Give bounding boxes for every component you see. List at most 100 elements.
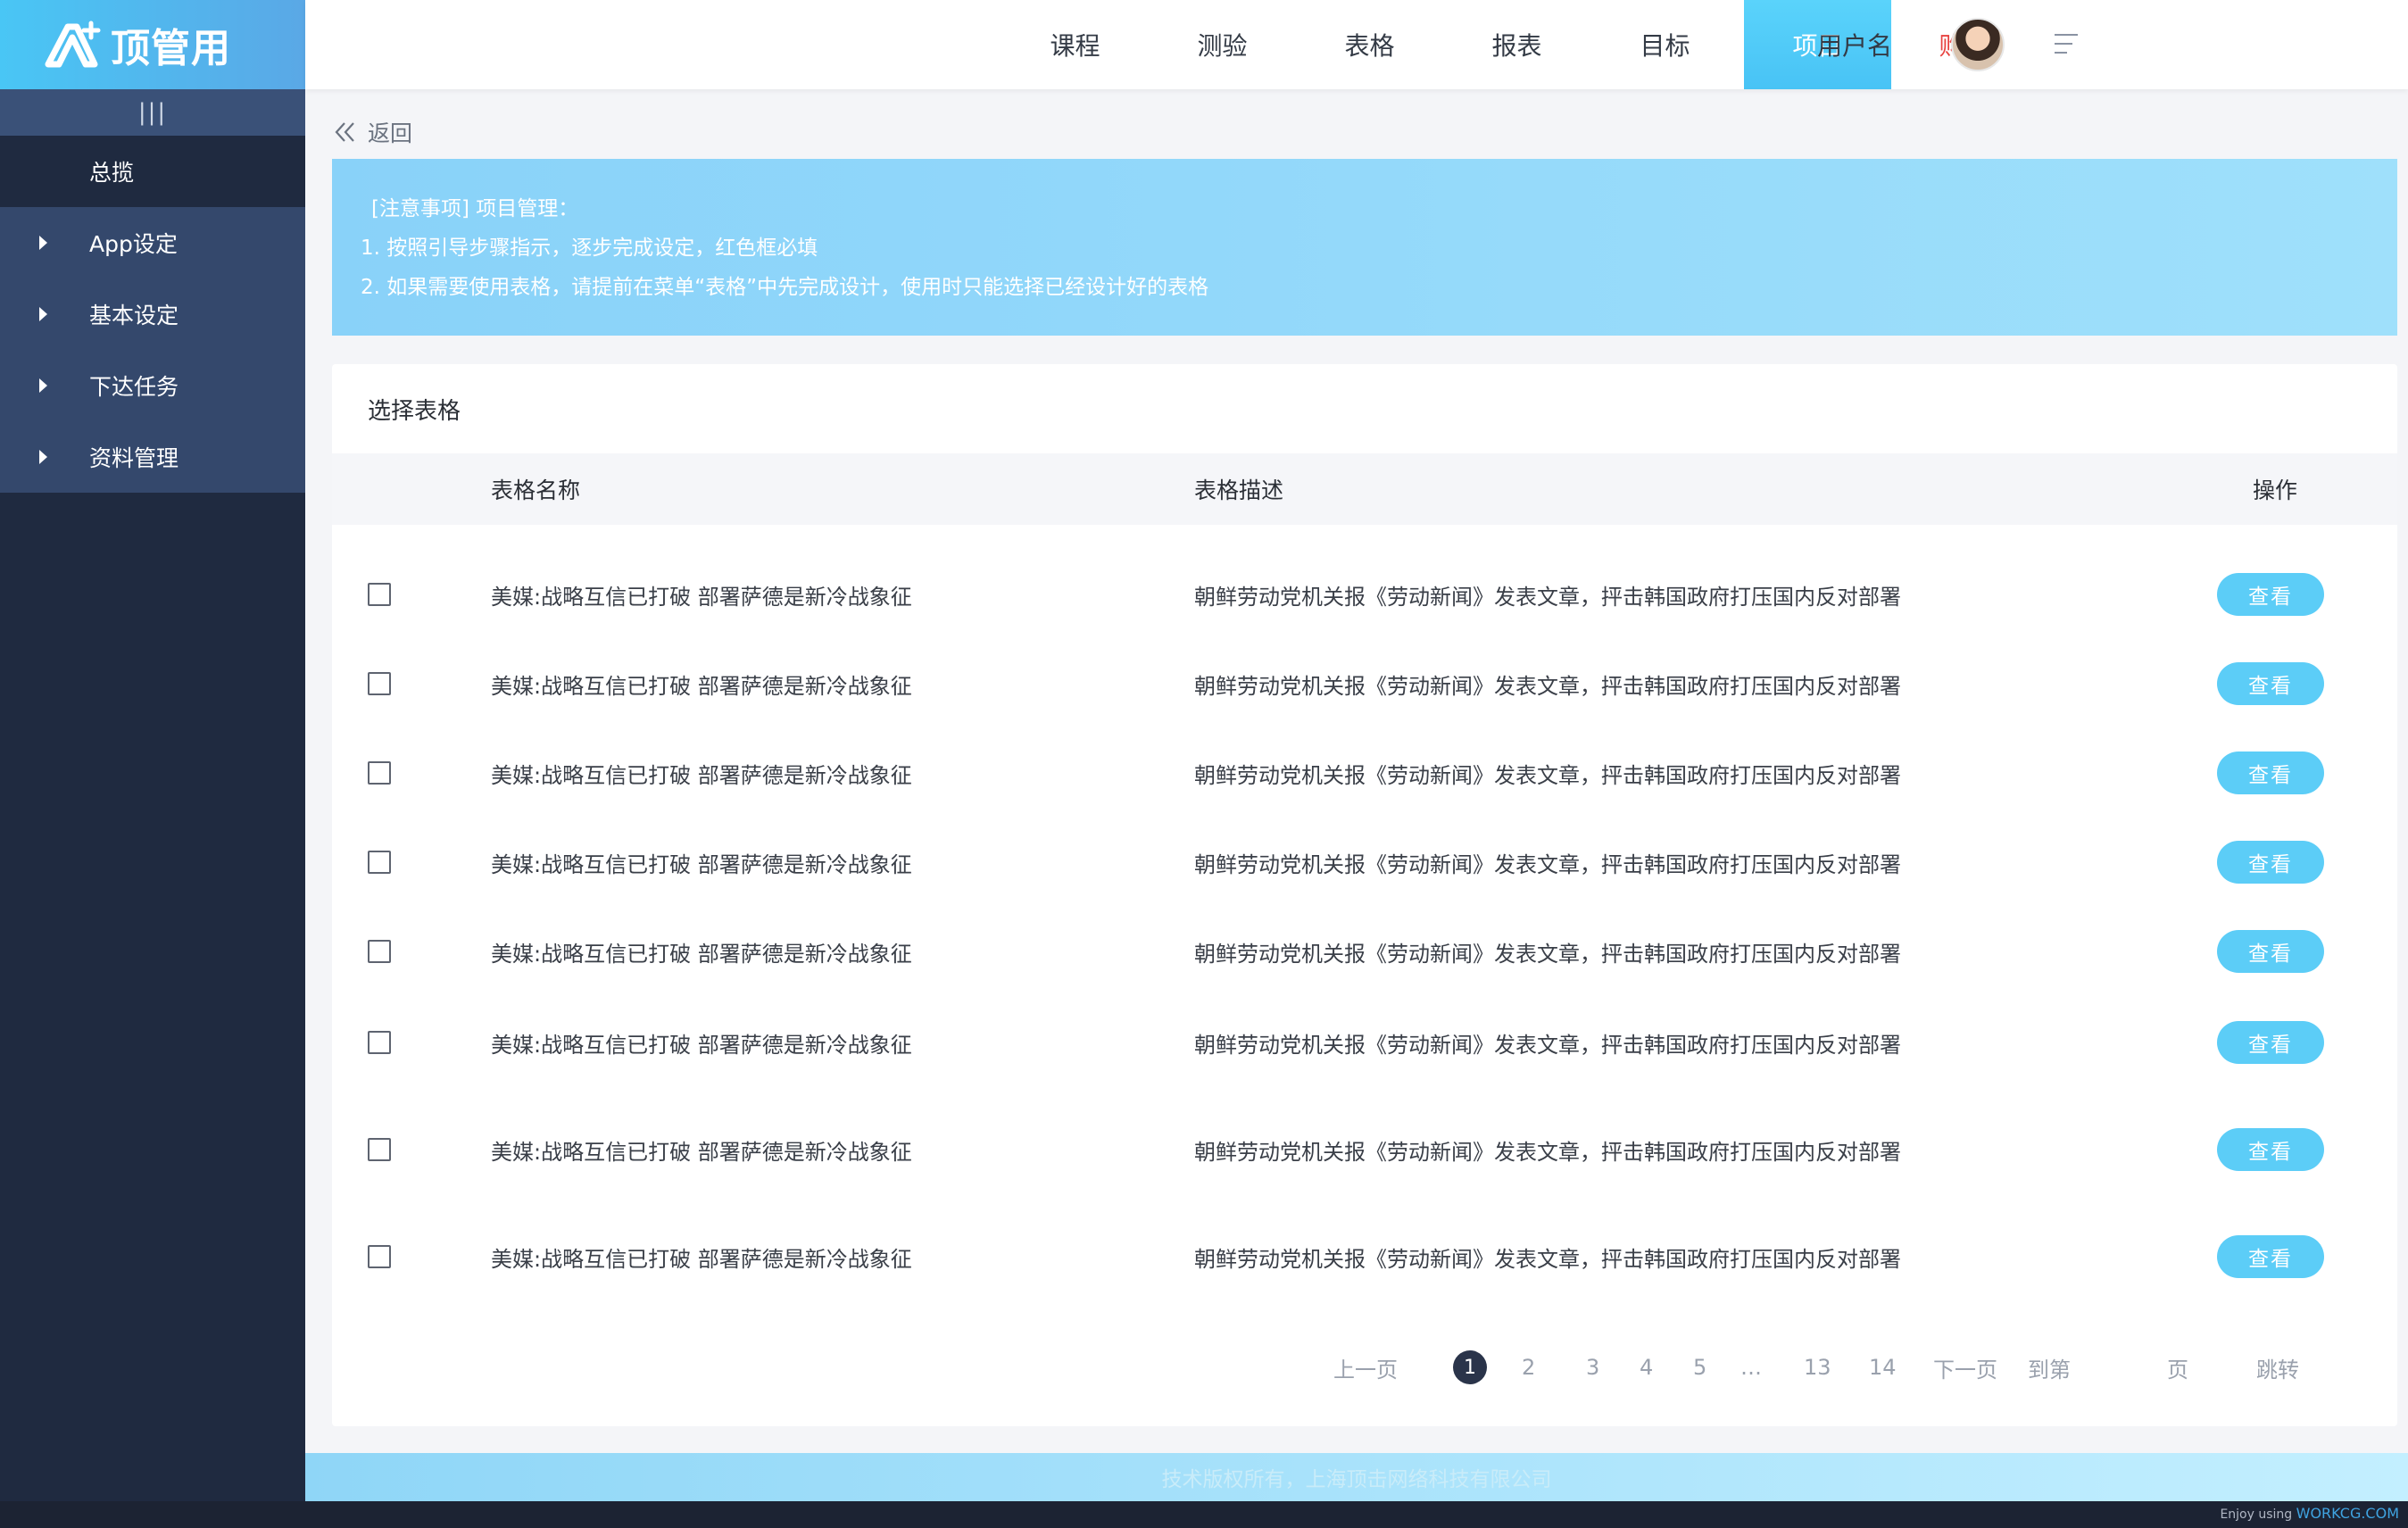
table-row: 美媒:战略互信已打破 部署萨德是新冷战象征 朝鲜劳动党机关报《劳动新闻》发表文章… [332, 559, 2397, 630]
brand-name: 顶管用 [111, 26, 231, 71]
column-header-action: 操作 [2253, 478, 2298, 503]
nav-item-forms[interactable]: 表格 [1296, 0, 1443, 89]
select-form-card: 选择表格 表格名称 表格描述 操作 美媒:战略互信已打破 部署萨德是新冷战象征 … [332, 364, 2397, 1426]
sidebar-item-label: App设定 [89, 231, 178, 257]
form-name: 美媒:战略互信已打破 部署萨德是新冷战象征 [491, 851, 912, 877]
table-row: 美媒:战略互信已打破 部署萨德是新冷战象征 朝鲜劳动党机关报《劳动新闻》发表文章… [332, 1007, 2397, 1078]
row-checkbox[interactable] [368, 1031, 391, 1054]
username[interactable]: 用户名 [1817, 0, 1892, 89]
form-description: 朝鲜劳动党机关报《劳动新闻》发表文章，抨击韩国政府打压国内反对部署 [1194, 1246, 1901, 1272]
form-name: 美媒:战略互信已打破 部署萨德是新冷战象征 [491, 1139, 912, 1165]
caret-right-icon [39, 450, 47, 464]
nav-item-quizzes[interactable]: 测验 [1149, 0, 1296, 89]
logo-icon [41, 16, 107, 73]
nav-item-reports[interactable]: 报表 [1443, 0, 1590, 89]
sidebar-menu: App设定 基本设定 下达任务 资料管理 [0, 207, 305, 493]
sidebar-item-label: 下达任务 [89, 374, 179, 400]
row-checkbox[interactable] [368, 761, 391, 785]
page-4-button[interactable]: 4 [1640, 1344, 1653, 1391]
form-name: 美媒:战略互信已打破 部署萨德是新冷战象征 [491, 1032, 912, 1058]
notice-line: 2. 如果需要使用表格，请提前在菜单“表格”中先完成设计，使用时只能选择已经设计… [361, 276, 1209, 299]
notice-banner: [注意事项] 项目管理： 1. 按照引导步骤指示，逐步完成设定，红色框必填 2.… [332, 159, 2397, 336]
column-header-name: 表格名称 [491, 478, 581, 503]
form-description: 朝鲜劳动党机关报《劳动新闻》发表文章，抨击韩国政府打压国内反对部署 [1194, 851, 1901, 877]
watermark: Enjoy using WORKCG.COM [2220, 1505, 2399, 1522]
view-button[interactable]: 查看 [2217, 841, 2324, 884]
back-link[interactable]: 返回 [332, 116, 412, 148]
table-row: 美媒:战略互信已打破 部署萨德是新冷战象征 朝鲜劳动党机关报《劳动新闻》发表文章… [332, 1114, 2397, 1185]
row-checkbox[interactable] [368, 583, 391, 606]
view-button[interactable]: 查看 [2217, 662, 2324, 705]
notice-line: 1. 按照引导步骤指示，逐步完成设定，红色框必填 [361, 237, 818, 260]
brand-logo[interactable]: 顶管用 [0, 0, 305, 89]
caret-right-icon [39, 307, 47, 321]
copyright-text: 技术版权所有，上海顶击网络科技有限公司 [1161, 1468, 1552, 1491]
table-header: 表格名称 表格描述 操作 [332, 453, 2397, 525]
form-description: 朝鲜劳动党机关报《劳动新闻》发表文章，抨击韩国政府打压国内反对部署 [1194, 941, 1901, 967]
sidebar-item-app-settings[interactable]: App设定 [0, 207, 305, 278]
form-name: 美媒:战略互信已打破 部署萨德是新冷战象征 [491, 673, 912, 699]
view-button[interactable]: 查看 [2217, 1235, 2324, 1278]
form-name: 美媒:战略互信已打破 部署萨德是新冷战象征 [491, 762, 912, 788]
prev-page-button[interactable]: 上一页 [1333, 1344, 1398, 1391]
watermark-site: WORKCG.COM [2296, 1505, 2399, 1522]
sidebar: 顶管用 ||| 总揽 App设定 基本设定 下达任务 资料管理 [0, 0, 305, 1503]
caret-right-icon [39, 236, 47, 250]
nav-item-courses[interactable]: 课程 [1001, 0, 1149, 89]
form-name: 美媒:战略互信已打破 部署萨德是新冷战象征 [491, 584, 912, 610]
jump-button[interactable]: 跳转 [2256, 1344, 2299, 1391]
sidebar-item-assign-tasks[interactable]: 下达任务 [0, 350, 305, 421]
form-name: 美媒:战略互信已打破 部署萨德是新冷战象征 [491, 941, 912, 967]
page-1-button[interactable]: 1 [1453, 1350, 1487, 1384]
sidebar-item-data-management[interactable]: 资料管理 [0, 421, 305, 493]
view-button[interactable]: 查看 [2217, 930, 2324, 973]
row-checkbox[interactable] [368, 1138, 391, 1161]
card-title: 选择表格 [368, 397, 461, 425]
double-chevron-left-icon [335, 122, 354, 142]
menu-icon[interactable] [2055, 34, 2078, 57]
page-14-button[interactable]: 14 [1869, 1344, 1897, 1391]
column-header-description: 表格描述 [1194, 478, 1284, 503]
view-button[interactable]: 查看 [2217, 1021, 2324, 1064]
pagination: 上一页 1 2 3 4 5 … 13 14 下一页 到第 页 跳转 [332, 1344, 2397, 1391]
next-page-button[interactable]: 下一页 [1933, 1344, 1997, 1391]
table-row: 美媒:战略互信已打破 部署萨德是新冷战象征 朝鲜劳动党机关报《劳动新闻》发表文章… [332, 1221, 2397, 1292]
form-description: 朝鲜劳动党机关报《劳动新闻》发表文章，抨击韩国政府打压国内反对部署 [1194, 673, 1901, 699]
table-row: 美媒:战略互信已打破 部署萨德是新冷战象征 朝鲜劳动党机关报《劳动新闻》发表文章… [332, 648, 2397, 719]
table-row: 美媒:战略互信已打破 部署萨德是新冷战象征 朝鲜劳动党机关报《劳动新闻》发表文章… [332, 916, 2397, 987]
row-checkbox[interactable] [368, 672, 391, 695]
page-unit-label: 页 [2167, 1357, 2188, 1383]
view-button[interactable]: 查看 [2217, 1128, 2324, 1171]
sidebar-item-label: 总揽 [89, 160, 135, 186]
sidebar-item-overview[interactable]: 总揽 [0, 136, 305, 207]
page-5-button[interactable]: 5 [1693, 1344, 1706, 1391]
row-checkbox[interactable] [368, 1245, 391, 1268]
watermark-prefix: Enjoy using [2220, 1507, 2293, 1522]
caret-right-icon [39, 378, 47, 393]
bottom-strip [0, 1501, 2408, 1528]
row-checkbox[interactable] [368, 851, 391, 874]
back-label: 返回 [368, 120, 413, 146]
form-description: 朝鲜劳动党机关报《劳动新闻》发表文章，抨击韩国政府打压国内反对部署 [1194, 1139, 1901, 1165]
view-button[interactable]: 查看 [2217, 573, 2324, 616]
form-description: 朝鲜劳动党机关报《劳动新闻》发表文章，抨击韩国政府打压国内反对部署 [1194, 1032, 1901, 1058]
nav-item-goals[interactable]: 目标 [1591, 0, 1739, 89]
footer: 技术版权所有，上海顶击网络科技有限公司 [305, 1453, 2408, 1501]
form-name: 美媒:战略互信已打破 部署萨德是新冷战象征 [491, 1246, 912, 1272]
sidebar-collapse-toggle[interactable]: ||| [0, 89, 305, 136]
row-checkbox[interactable] [368, 940, 391, 963]
notice-title: [注意事项] 项目管理： [371, 197, 579, 220]
goto-label: 到第 [2028, 1357, 2071, 1383]
top-navbar: 课程 测验 表格 报表 目标 项目 购买 用户名 [305, 0, 2408, 89]
form-description: 朝鲜劳动党机关报《劳动新闻》发表文章，抨击韩国政府打压国内反对部署 [1194, 762, 1901, 788]
page-2-button[interactable]: 2 [1522, 1344, 1535, 1391]
table-row: 美媒:战略互信已打破 部署萨德是新冷战象征 朝鲜劳动党机关报《劳动新闻》发表文章… [332, 826, 2397, 898]
avatar[interactable] [1951, 18, 2005, 71]
view-button[interactable]: 查看 [2217, 752, 2324, 794]
sidebar-item-label: 资料管理 [89, 445, 179, 471]
page-3-button[interactable]: 3 [1586, 1344, 1599, 1391]
sidebar-item-label: 基本设定 [89, 303, 179, 328]
page-13-button[interactable]: 13 [1804, 1344, 1831, 1391]
form-description: 朝鲜劳动党机关报《劳动新闻》发表文章，抨击韩国政府打压国内反对部署 [1194, 584, 1901, 610]
sidebar-item-basic-settings[interactable]: 基本设定 [0, 278, 305, 350]
